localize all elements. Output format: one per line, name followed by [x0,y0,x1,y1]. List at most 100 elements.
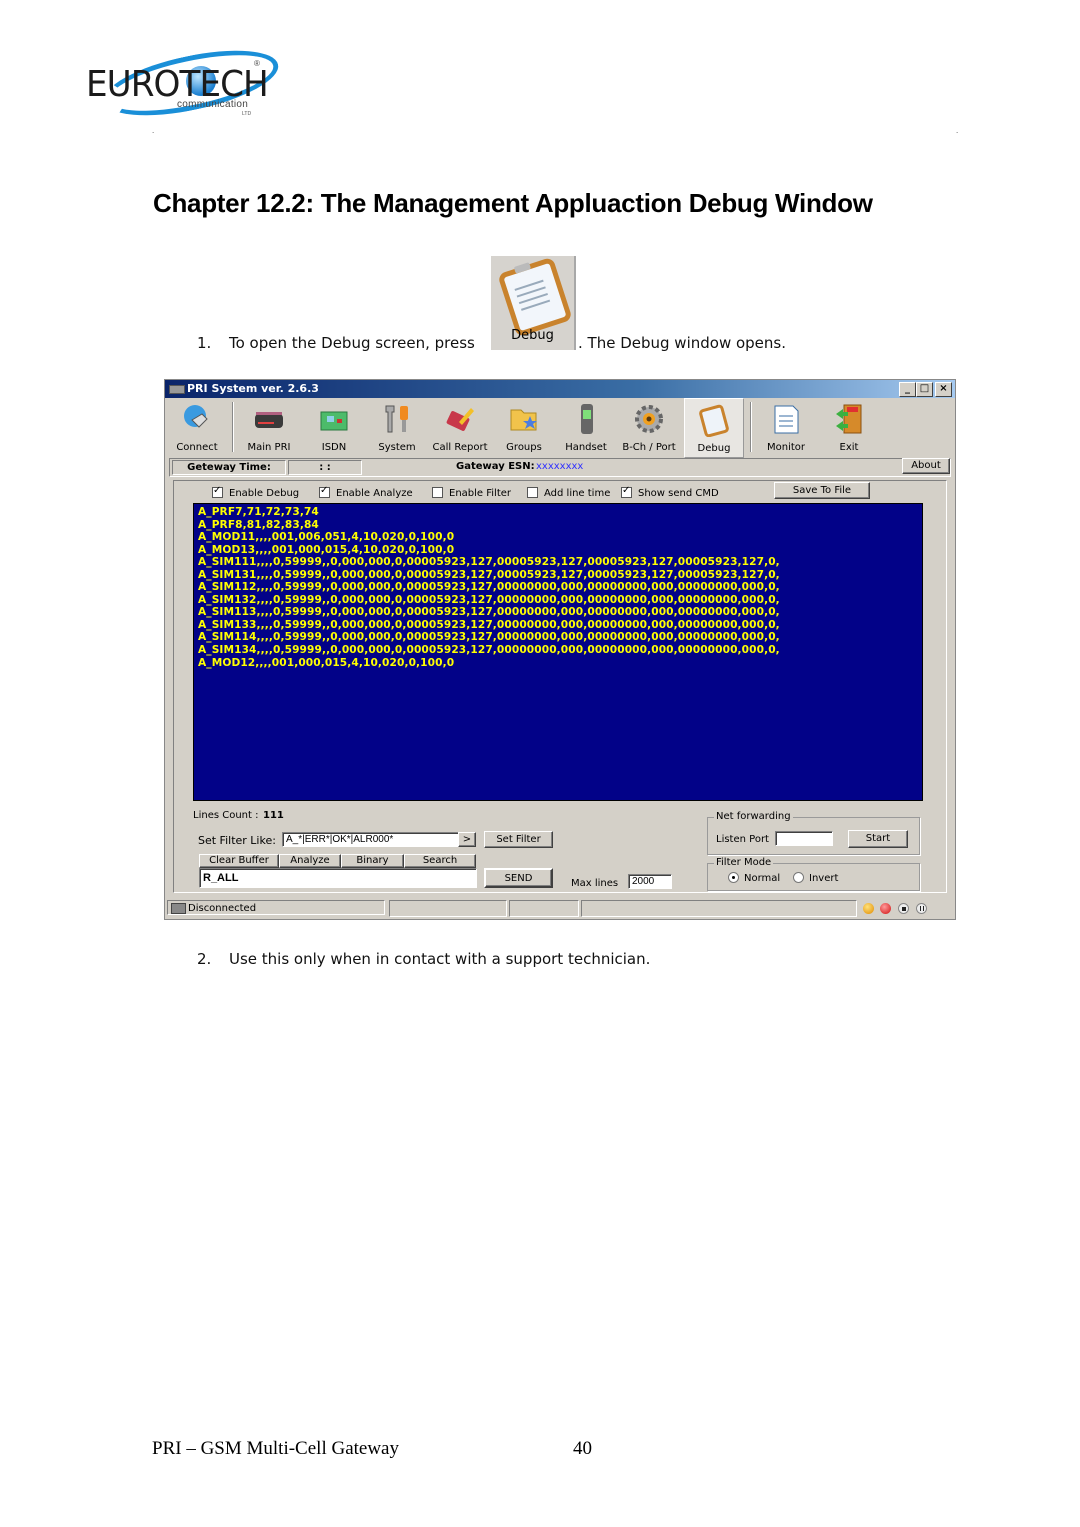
radio-unselected[interactable] [793,872,804,883]
toolbar-system[interactable]: System [368,398,426,456]
filter-mode-normal-radio[interactable]: Normal [728,872,780,884]
log-line: A_SIM114,,,,0,59999,,0,000,000,0,0000592… [198,631,780,644]
add-line-time-checkbox[interactable]: Add line time [527,487,610,499]
maximize-button[interactable]: □ [916,382,933,397]
minimize-button[interactable]: _ [899,382,916,397]
listen-port-input[interactable] [775,831,833,846]
toolbar-call-report[interactable]: Call Report [431,398,489,456]
send-button[interactable]: SEND [484,868,553,888]
toolbar-groups[interactable]: Groups [495,398,553,456]
checkbox-label: Add line time [544,488,611,499]
lines-count-value: 111 [263,810,284,821]
search-button[interactable]: Search [404,854,476,868]
clear-buffer-button[interactable]: Clear Buffer [199,854,279,868]
status-led-red-icon [880,903,891,914]
step-2-number: 2. [197,950,212,968]
handset-icon [581,404,593,434]
net-forwarding-group: Net forwarding Listen Port Start [707,811,920,855]
set-filter-label: Set Filter Like: [198,834,276,847]
modem-icon [255,412,283,428]
eurotech-logo: EUROTECH ® communication LTD [82,38,284,128]
checkbox-checked[interactable] [319,485,330,498]
network-disconnected-icon [171,903,186,914]
logo-suffix: LTD [242,111,252,117]
filter-input[interactable] [282,832,460,847]
enable-analyze-checkbox[interactable]: Enable Analyze [319,485,413,499]
debug-button-label: Debug [511,328,554,343]
save-to-file-button[interactable]: Save To File [774,482,870,499]
log-line: A_MOD11,,,,001,006,051,4,10,020,0,100,0 [198,531,455,544]
close-button[interactable]: × [935,382,952,397]
debug-log-output[interactable]: A_PRF7,71,72,73,74 A_PRF8,81,82,83,84 A_MO… [193,503,923,801]
toolbar-main-pri[interactable]: Main PRI [240,398,298,456]
clipboard-icon [497,256,573,338]
toolbar-label: Monitor [766,442,805,453]
toolbar-bch-port[interactable]: B-Ch / Port [620,398,678,456]
radio-selected[interactable] [728,872,739,883]
window-title: PRI System ver. 2.6.3 [187,382,319,395]
step-1-text: To open the Debug screen, press [229,334,475,352]
set-filter-button[interactable]: Set Filter [484,831,553,848]
binary-button[interactable]: Binary [341,854,404,868]
analyze-button[interactable]: Analyze [279,854,341,868]
toolbar-isdn[interactable]: ISDN [305,398,363,456]
log-line: A_PRF7,71,72,73,74 [198,506,319,518]
logo-tagline: communication [177,99,249,110]
checkbox-unchecked[interactable] [527,487,538,498]
checkbox-label: Enable Debug [229,488,300,499]
checkbox-label: Enable Filter [449,488,512,499]
call-report-icon [446,408,474,431]
pri-system-window: PRI System ver. 2.6.3 _ □ × Connect Main… [164,379,956,920]
pause-icon[interactable] [916,903,927,914]
toolbar-label: Main PRI [247,442,291,453]
gear-icon [635,405,663,433]
checkbox-checked[interactable] [621,485,632,498]
gateway-esn-label: Gateway ESN: [456,461,535,472]
checkbox-unchecked[interactable] [432,487,443,498]
toolbar-exit[interactable]: Exit [820,398,878,456]
start-button[interactable]: Start [848,830,908,848]
step-1-text-after: . The Debug window opens. [578,334,786,352]
max-lines-input[interactable] [628,874,672,889]
toolbar-monitor[interactable]: Monitor [757,398,815,456]
toolbar-connect[interactable]: Connect [168,398,226,456]
log-line: A_SIM132,,,,0,59999,,0,000,000,0,0000592… [198,593,780,606]
step-2-text: Use this only when in contact with a sup… [229,950,651,968]
log-line: A_MOD13,,,,001,000,015,4,10,020,0,100,0 [198,543,455,556]
toolbar-debug[interactable]: Debug [684,398,744,458]
connect-plug-icon [184,405,208,428]
enable-filter-checkbox[interactable]: Enable Filter [432,487,511,499]
log-line: A_SIM113,,,,0,59999,,0,000,000,0,0000592… [198,606,780,619]
main-toolbar: Connect Main PRI ISDN System Call Report… [165,398,955,458]
checkbox-checked[interactable] [212,485,223,498]
about-button[interactable]: About [902,458,950,474]
status-panel [509,900,579,917]
registered-mark: ® [254,59,260,68]
toolbar-label: System [378,442,416,453]
listen-port-label: Listen Port [716,834,769,845]
filter-history-button[interactable]: > [458,832,476,847]
log-line: A_SIM111,,,,0,59999,,0,000,000,0,0000592… [198,556,780,569]
enable-debug-checkbox[interactable]: Enable Debug [212,485,300,499]
lines-count-label: Lines Count : [193,810,259,821]
status-led-yellow-icon [863,903,874,914]
checkbox-label: Show send CMD [638,488,719,499]
log-line: A_SIM133,,,,0,59999,,0,000,000,0,0000592… [198,618,780,631]
debug-button-illustration: Debug [491,256,576,350]
filter-mode-group: Filter Mode Normal Invert [707,857,920,891]
show-send-cmd-checkbox[interactable]: Show send CMD [621,485,719,499]
footer-doc-title: PRI – GSM Multi-Cell Gateway [152,1438,399,1459]
toolbar-label: Exit [839,442,859,453]
connection-status-text: Disconnected [188,903,257,914]
clipboard-icon [699,404,729,437]
command-input[interactable] [199,868,477,888]
filter-mode-title: Filter Mode [714,857,774,868]
debug-panel: Enable Debug Enable Analyze Enable Filte… [173,480,947,893]
radio-label: Invert [809,873,839,884]
stop-icon[interactable] [898,903,909,914]
filter-mode-invert-radio[interactable]: Invert [793,872,838,884]
status-panel [389,900,507,917]
status-panel [581,900,857,917]
toolbar-handset[interactable]: Handset [557,398,615,456]
chapter-title: Chapter 12.2: The Management Appluaction… [153,188,873,218]
